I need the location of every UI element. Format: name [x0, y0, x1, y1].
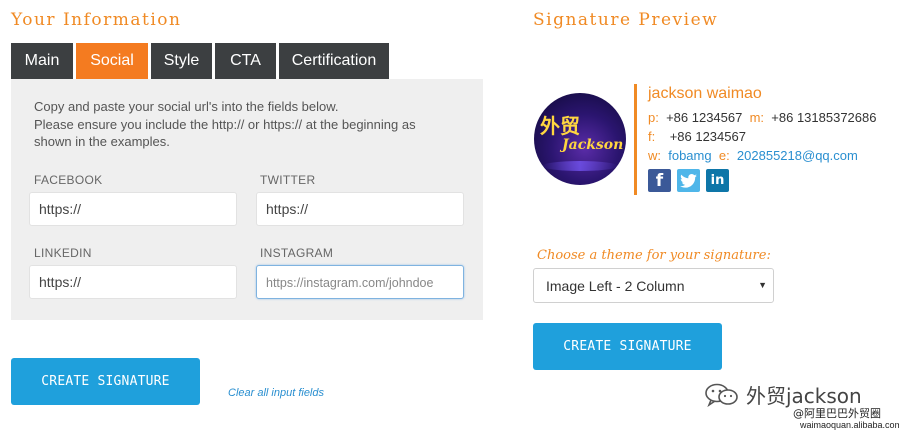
twitter-label: TWITTER [260, 173, 316, 187]
watermark-sub: @阿里巴巴外贸圈 [793, 407, 881, 420]
instructions-line: Please ensure you include the http:// or… [34, 116, 416, 132]
theme-select-value: Image Left - 2 Column [546, 277, 685, 294]
social-panel: Copy and paste your social url's into th… [11, 79, 483, 320]
your-information-title: Your Information [11, 10, 182, 30]
facebook-icon[interactable]: f [648, 169, 671, 192]
instagram-label: INSTAGRAM [260, 246, 334, 260]
tab-main[interactable]: Main [11, 43, 73, 79]
twitter-icon[interactable] [677, 169, 700, 192]
signature-phone-line: p: +86 1234567 m: +86 13185372686 [648, 110, 876, 125]
signature-preview-title: Signature Preview [533, 10, 719, 30]
caret-down-icon: ▼ [758, 280, 767, 290]
instructions-line: shown in the examples. [34, 134, 170, 149]
tab-certification[interactable]: Certification [279, 43, 389, 79]
signature-fax-line: f: +86 1234567 [648, 129, 746, 144]
signature-web-line: w: fobamg e: 202855218@qq.com [648, 148, 858, 163]
tab-style[interactable]: Style [151, 43, 212, 79]
instructions-line: Copy and paste your social url's into th… [34, 99, 339, 114]
instructions-text: Copy and paste your social url's into th… [34, 98, 454, 151]
clear-fields-link[interactable]: Clear all input fields [228, 387, 324, 399]
watermark-url: waimaoquan.alibaba.com [800, 420, 899, 430]
facebook-input[interactable] [29, 192, 237, 226]
phone-value: +86 1234567 [666, 110, 743, 125]
linkedin-icon[interactable]: in [706, 169, 729, 192]
signature-divider [634, 84, 637, 195]
linkedin-input[interactable] [29, 265, 237, 299]
tab-bar: Main Social Style CTA Certification [11, 43, 389, 79]
avatar: 外贸 Jackson [534, 93, 626, 185]
email-label: e: [718, 148, 730, 163]
avatar-glow [542, 161, 618, 171]
tab-social[interactable]: Social [76, 43, 148, 79]
fax-label: f: [648, 129, 656, 144]
avatar-text-cn: 外贸 [540, 114, 580, 138]
twitter-bird-icon [680, 173, 697, 188]
wechat-icon [705, 383, 738, 407]
linkedin-label: LINKEDIN [34, 246, 92, 260]
facebook-label: FACEBOOK [34, 173, 103, 187]
mobile-label: m: [749, 110, 765, 125]
theme-label: Choose a theme for your signature: [537, 248, 771, 263]
theme-select[interactable]: Image Left - 2 Column ▼ [533, 268, 774, 303]
web-label: w: [648, 148, 661, 163]
signature-name: jackson waimao [648, 85, 762, 102]
avatar-text-en: Jackson [562, 137, 624, 153]
phone-label: p: [648, 110, 659, 125]
tab-cta[interactable]: CTA [215, 43, 276, 79]
fax-value: +86 1234567 [669, 129, 746, 144]
email-link[interactable]: 202855218@qq.com [737, 148, 858, 163]
social-icons: f in [648, 169, 729, 192]
twitter-input[interactable] [256, 192, 464, 226]
mobile-value: +86 13185372686 [771, 110, 877, 125]
web-link[interactable]: fobamg [668, 148, 711, 163]
create-signature-button-preview[interactable]: CREATE SIGNATURE [533, 323, 722, 370]
instagram-input[interactable] [256, 265, 464, 299]
create-signature-button[interactable]: CREATE SIGNATURE [11, 358, 200, 405]
